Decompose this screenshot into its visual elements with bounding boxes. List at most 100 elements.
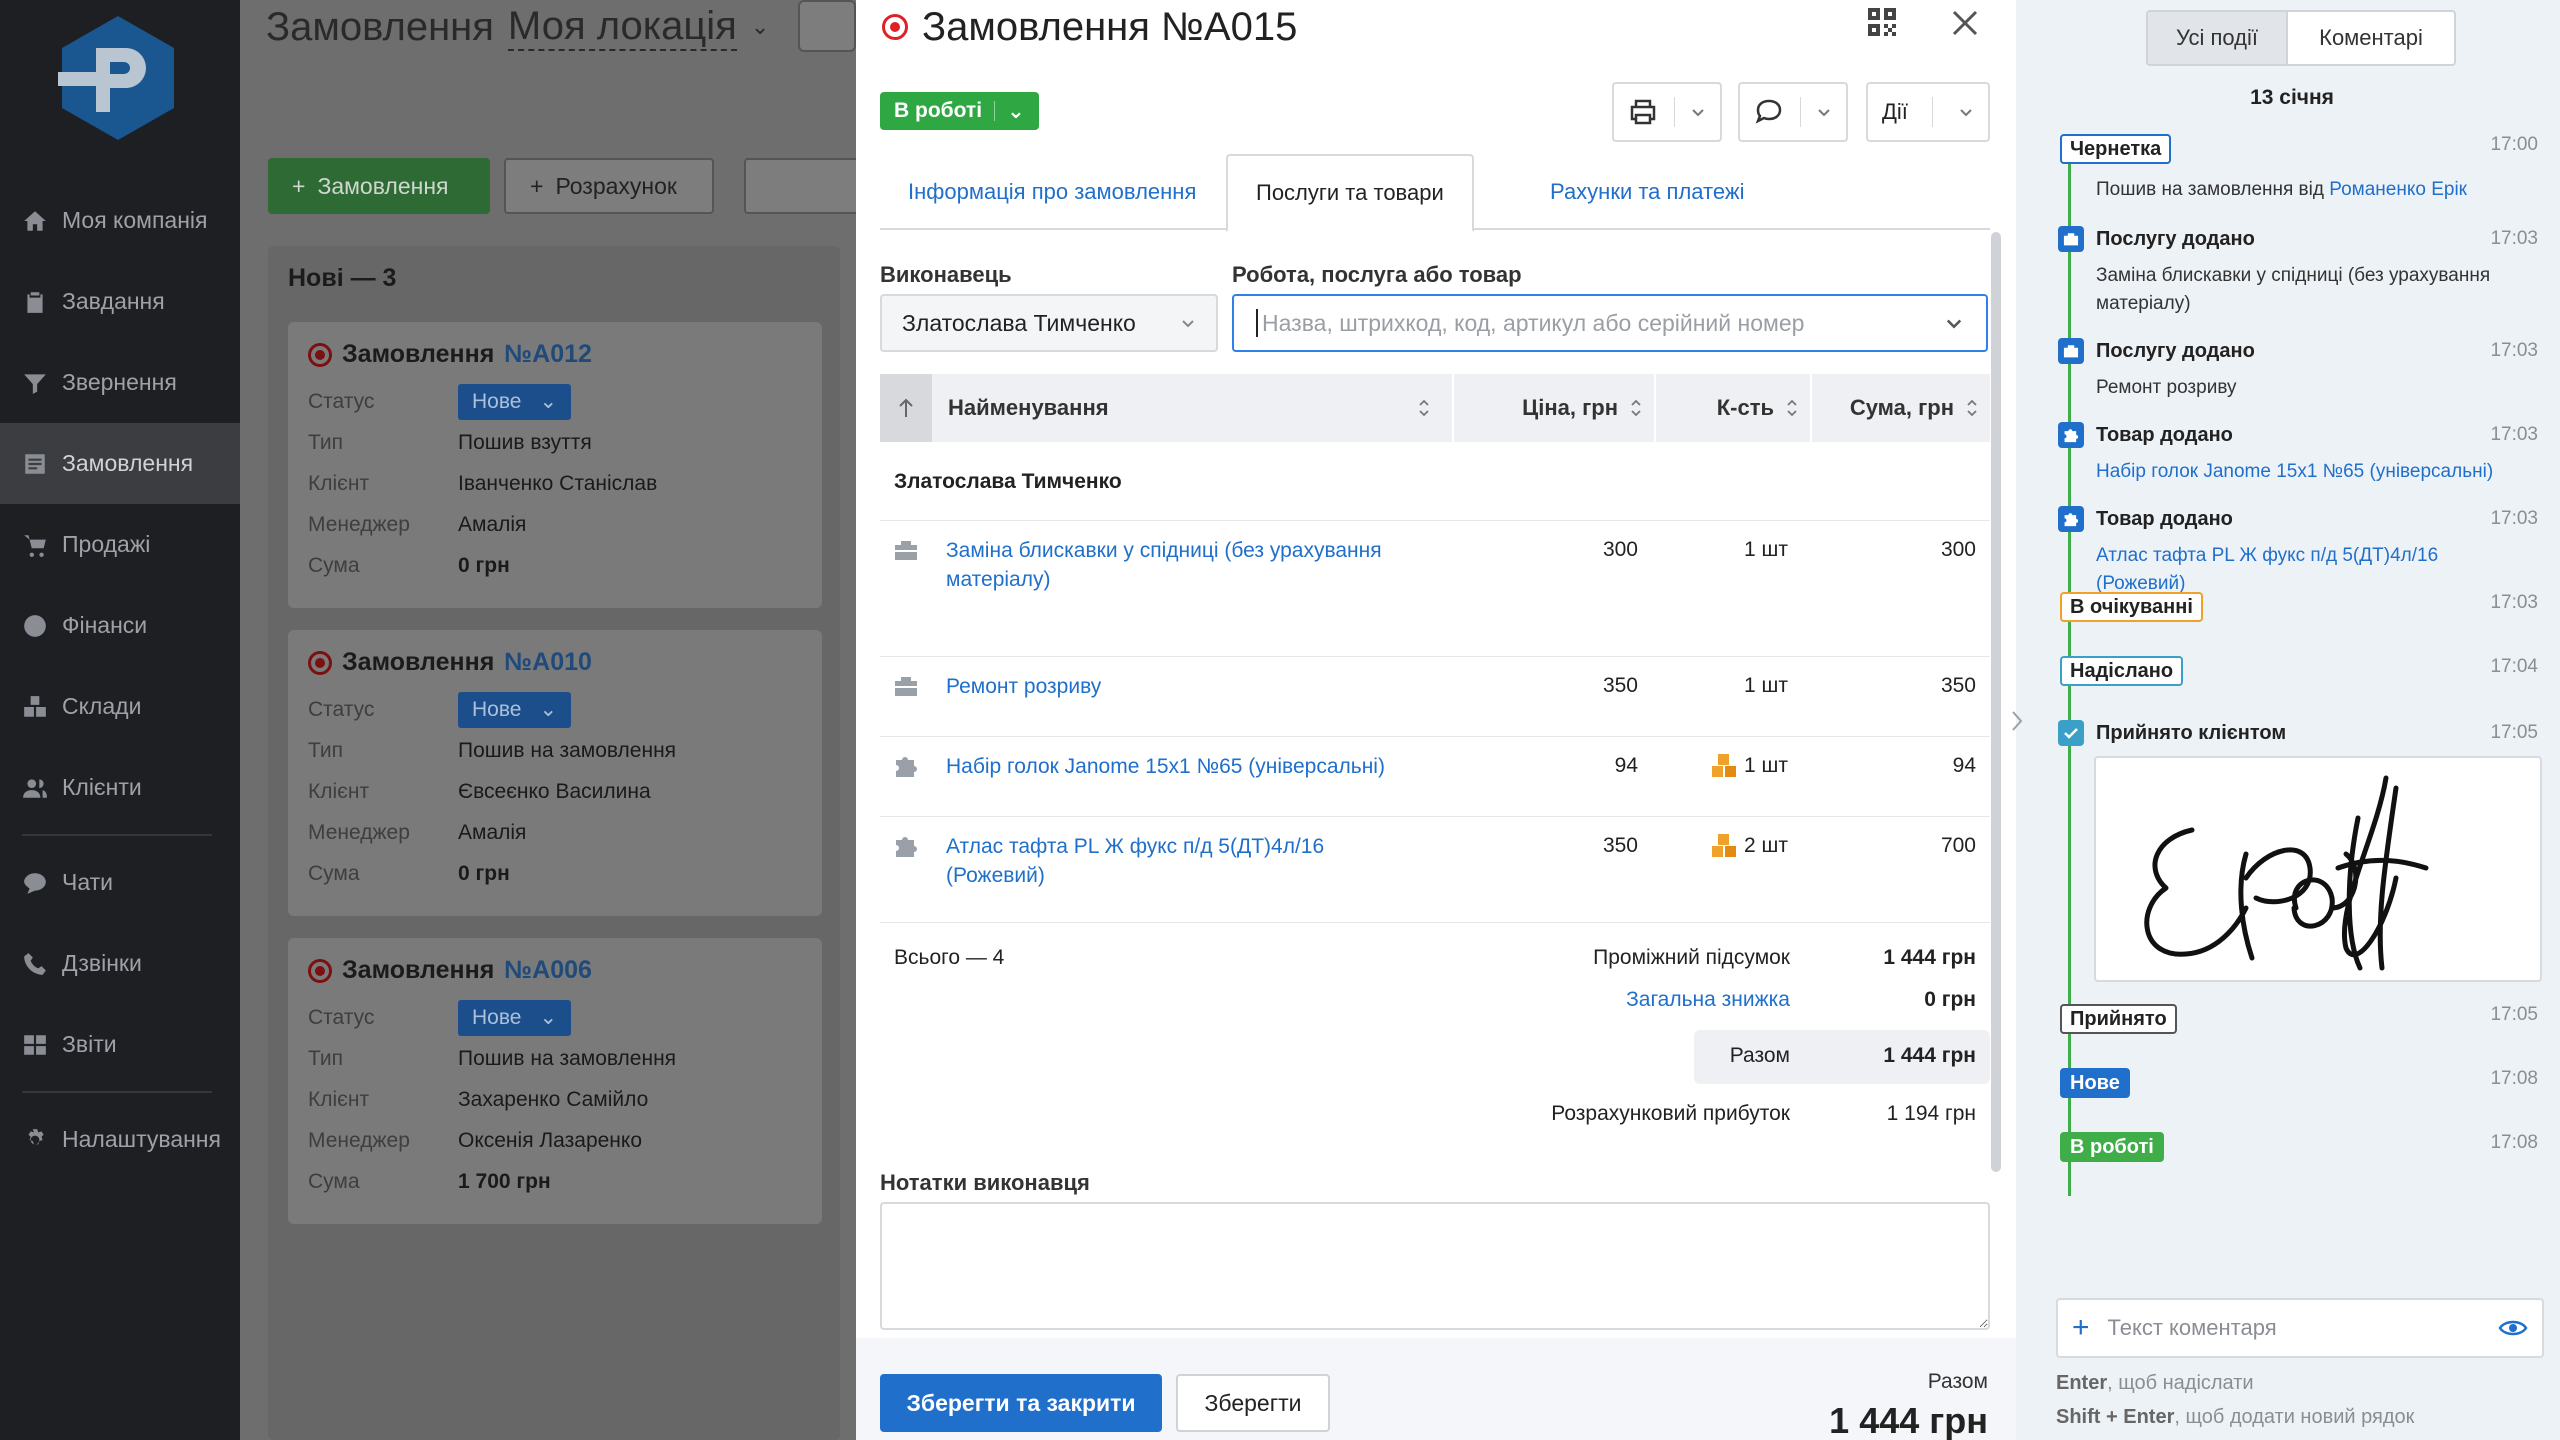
text-caret bbox=[1256, 309, 1258, 337]
discount-link[interactable]: Загальна знижка bbox=[1626, 988, 1790, 1012]
scrollbar-thumb[interactable] bbox=[1991, 232, 2001, 1172]
history-event: Надіслано 17:04 bbox=[2060, 656, 2538, 686]
item-qty[interactable]: 2 шт bbox=[1710, 832, 1788, 860]
funnel-icon bbox=[24, 373, 46, 394]
column-name[interactable]: Найменування bbox=[948, 374, 1109, 442]
tab-order-info[interactable]: Інформація про замовлення bbox=[880, 154, 1224, 230]
order-number-link[interactable]: №A010 bbox=[504, 648, 592, 677]
executor-label: Виконавець bbox=[880, 262, 1012, 287]
card-title: Замовлення №A012 bbox=[308, 340, 802, 369]
history-date: 13 січня bbox=[2250, 86, 2334, 109]
comment-input[interactable]: + Текст коментаря bbox=[2056, 1298, 2544, 1358]
status-badge[interactable]: Нове ⌄ bbox=[458, 383, 572, 420]
card-row: Клієнт Євсеєнко Василина bbox=[308, 779, 651, 803]
column-sum[interactable]: Сума, грн bbox=[1824, 374, 1978, 442]
order-card[interactable]: Замовлення №A010 Статус Нове ⌄ Тип Пошив на … bbox=[288, 630, 822, 916]
location-selector[interactable]: Моя локація bbox=[507, 4, 737, 51]
sort-icon bbox=[1967, 399, 1977, 417]
puzzle-icon bbox=[896, 837, 917, 857]
executor-notes-textarea[interactable] bbox=[880, 1202, 1990, 1330]
status-chip-accepted: Прийнято bbox=[2060, 1004, 2177, 1034]
nav-item-finance[interactable]: Фінанси bbox=[0, 585, 240, 666]
table-row[interactable]: Заміна блискавки у спідниці (без урахува… bbox=[880, 536, 1990, 656]
nav-item-tasks[interactable]: Завдання bbox=[0, 261, 240, 342]
item-price: 350 bbox=[1602, 674, 1638, 697]
item-qty[interactable]: 1 шт bbox=[1744, 538, 1788, 562]
row-divider bbox=[880, 816, 1990, 817]
tab-all-events[interactable]: Усі події bbox=[2148, 12, 2288, 64]
item-qty[interactable]: 1 шт bbox=[1744, 674, 1788, 698]
product-link[interactable]: Набір голок Janome 15x1 №65 (універсальн… bbox=[2096, 461, 2493, 482]
nav-item-requests[interactable]: Звернення bbox=[0, 342, 240, 423]
calculation-button[interactable]: + Розрахунок bbox=[504, 158, 714, 214]
item-qty[interactable]: 1 шт bbox=[1710, 752, 1788, 780]
tab-invoices-payments[interactable]: Рахунки та платежі bbox=[1522, 154, 1772, 230]
client-link[interactable]: Романенко Ерік bbox=[2329, 179, 2467, 200]
table-row[interactable]: Атлас тафта PL Ж фукс п/д 5(ДТ)4л/16 (Ро… bbox=[880, 832, 1990, 896]
check-icon bbox=[2058, 720, 2084, 746]
card-row: Тип Пошив на замовлення bbox=[308, 1046, 677, 1070]
plus-icon: + bbox=[292, 172, 306, 199]
nav-item-company[interactable]: Моя компанія bbox=[0, 180, 240, 261]
item-name-link[interactable]: Ремонт розриву bbox=[946, 672, 1416, 701]
column-title: Нові — 3 bbox=[288, 264, 397, 292]
nav-item-warehouses[interactable]: Склади bbox=[0, 666, 240, 747]
separator bbox=[1932, 97, 1934, 127]
nav-item-chats[interactable]: Чати bbox=[0, 842, 240, 923]
status-dot-icon bbox=[882, 14, 908, 40]
nav-item-sales[interactable]: Продажі bbox=[0, 504, 240, 585]
order-card[interactable]: Замовлення №A006 Статус Нове ⌄ Тип Пошив на … bbox=[288, 938, 822, 1224]
chat-icon bbox=[24, 872, 46, 894]
card-row: Сума 0 грн bbox=[308, 861, 510, 885]
work-search-input[interactable]: Назва, штрихкод, код, артикул або серійн… bbox=[1232, 294, 1988, 352]
close-icon[interactable] bbox=[1950, 8, 1980, 38]
orders-board-background: Замовлення Моя локація ⌄ + Замовлення + Ро… bbox=[240, 0, 856, 1440]
row-divider bbox=[880, 736, 1990, 737]
tab-comments[interactable]: Коментарі bbox=[2288, 12, 2454, 64]
modal-scrollbar[interactable] bbox=[1988, 232, 2004, 1172]
app-logo[interactable] bbox=[58, 14, 178, 142]
column-qty[interactable]: К-сть bbox=[1674, 374, 1798, 442]
add-order-button[interactable]: + Замовлення bbox=[268, 158, 490, 214]
sort-button[interactable] bbox=[880, 374, 932, 442]
table-row[interactable]: Ремонт розриву 350 1 шт 350 bbox=[880, 672, 1990, 736]
table-row[interactable]: Набір голок Janome 15x1 №65 (універсальн… bbox=[880, 752, 1990, 816]
save-and-close-button[interactable]: Зберегти та закрити bbox=[880, 1374, 1162, 1432]
nav-item-reports[interactable]: Звіти bbox=[0, 1004, 240, 1085]
sort-icon[interactable] bbox=[1418, 398, 1430, 418]
nav-item-clients[interactable]: Клієнти bbox=[0, 747, 240, 828]
order-number-link[interactable]: №A012 bbox=[504, 340, 592, 369]
item-name-link[interactable]: Набір голок Janome 15x1 №65 (універсальн… bbox=[946, 752, 1416, 781]
app-sidebar: Моя компанія Завдання Звернення Замовлен… bbox=[0, 0, 240, 1440]
nav-item-calls[interactable]: Дзвінки bbox=[0, 923, 240, 1004]
chat-bubble-icon bbox=[1755, 99, 1782, 124]
order-status-dropdown[interactable]: В роботі ⌄ bbox=[880, 92, 1039, 130]
item-name-link[interactable]: Атлас тафта PL Ж фукс п/д 5(ДТ)4л/16 (Ро… bbox=[946, 832, 1416, 890]
barcode-button[interactable] bbox=[798, 0, 856, 52]
nav-item-orders[interactable]: Замовлення bbox=[0, 423, 240, 504]
order-number-link[interactable]: №A006 bbox=[504, 956, 592, 985]
save-button[interactable]: Зберегти bbox=[1176, 1374, 1330, 1432]
filter-button[interactable] bbox=[744, 158, 856, 214]
nav-item-settings[interactable]: Налаштування bbox=[0, 1099, 240, 1180]
eye-icon[interactable] bbox=[2498, 1317, 2528, 1339]
status-badge[interactable]: Нове ⌄ bbox=[458, 999, 572, 1036]
item-price: 94 bbox=[1614, 754, 1638, 777]
chevron-down-icon: ⌄ bbox=[1007, 99, 1025, 123]
plus-icon[interactable]: + bbox=[2072, 1311, 2090, 1345]
message-button[interactable] bbox=[1738, 82, 1848, 142]
puzzle-icon bbox=[2058, 506, 2084, 532]
column-price[interactable]: Ціна, грн bbox=[1474, 374, 1642, 442]
modal-footer: Зберегти та закрити Зберегти Разом 1 444… bbox=[856, 1338, 2016, 1440]
tab-services-goods[interactable]: Послуги та товари bbox=[1226, 154, 1474, 232]
item-name-link[interactable]: Заміна блискавки у спідниці (без урахува… bbox=[946, 536, 1416, 594]
order-card[interactable]: Замовлення №A012 Статус Нове ⌄ Тип Пошив взу… bbox=[288, 322, 822, 608]
status-badge[interactable]: Нове ⌄ bbox=[458, 691, 572, 728]
qr-code-icon[interactable] bbox=[1866, 6, 1898, 38]
print-button[interactable] bbox=[1612, 82, 1722, 142]
modal-tabs: Інформація про замовлення Послуги та тов… bbox=[880, 154, 1990, 232]
plus-icon: + bbox=[530, 172, 544, 199]
product-link[interactable]: Атлас тафта PL Ж фукс п/д 5(ДТ)4л/16 (Ро… bbox=[2096, 545, 2438, 594]
actions-dropdown[interactable]: Дії bbox=[1866, 82, 1990, 142]
executor-select[interactable]: Златослава Тимченко bbox=[880, 294, 1218, 352]
